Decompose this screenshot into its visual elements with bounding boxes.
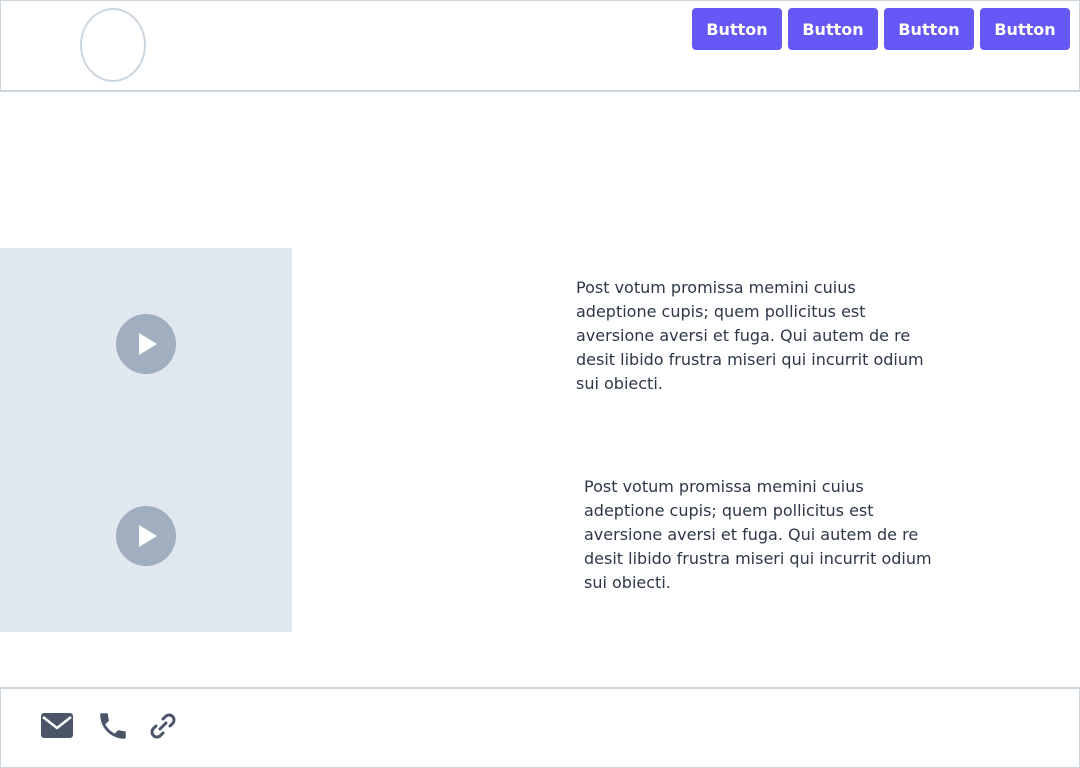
nav-button-4[interactable]: Button — [980, 8, 1070, 50]
play-icon[interactable] — [116, 314, 176, 374]
paragraph-2: Post votum promissa memini cuius adeptio… — [584, 477, 932, 592]
play-icon[interactable] — [116, 506, 176, 566]
logo[interactable] — [80, 8, 146, 82]
link-icon[interactable] — [146, 709, 180, 743]
nav-bar: Button Button Button Button — [692, 8, 1070, 50]
media-panel — [0, 248, 292, 632]
header: Button Button Button Button — [0, 0, 1080, 92]
paragraph-1: Post votum promissa memini cuius adeptio… — [576, 278, 924, 393]
page: Button Button Button Button Post votum p… — [0, 0, 1080, 768]
mail-icon[interactable] — [40, 709, 74, 743]
footer — [0, 687, 1080, 768]
nav-button-2[interactable]: Button — [788, 8, 878, 50]
phone-icon[interactable] — [96, 709, 130, 743]
nav-button-3[interactable]: Button — [884, 8, 974, 50]
nav-button-1[interactable]: Button — [692, 8, 782, 50]
